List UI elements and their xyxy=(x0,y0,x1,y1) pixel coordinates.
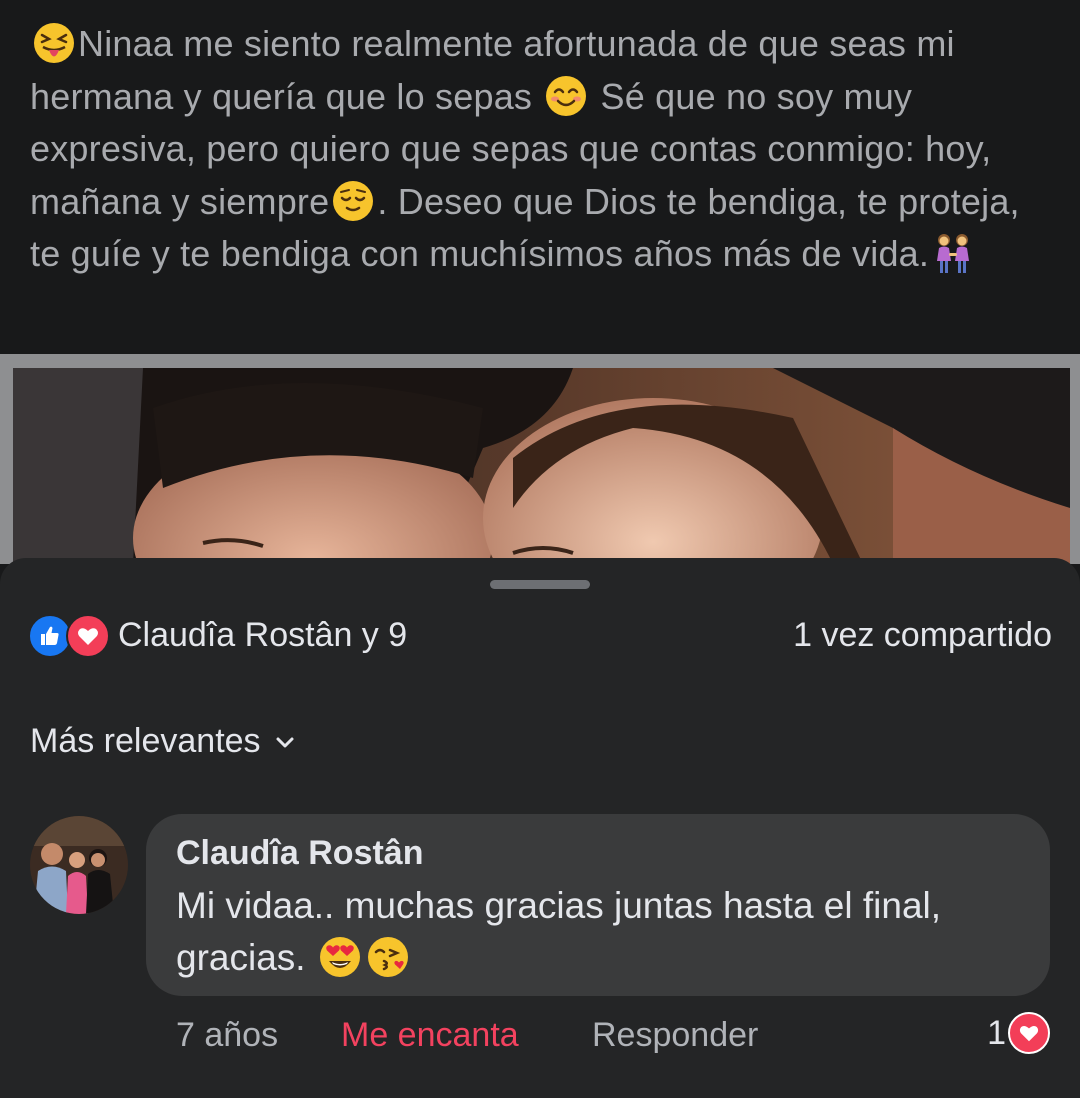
face-blowing-kiss-emoji xyxy=(367,937,408,977)
shares-count[interactable]: 1 vez compartido xyxy=(793,614,1052,656)
relieved-face-emoji xyxy=(333,180,374,221)
reaction-count-value: 1 xyxy=(987,1014,1006,1052)
avatar[interactable] xyxy=(30,816,128,914)
comment-bubble[interactable]: Claudîa Rostân Mi vidaa.. muchas gracias… xyxy=(146,814,1050,996)
heart-eyes-face-emoji xyxy=(319,937,360,977)
love-icon xyxy=(66,614,110,658)
photo-image xyxy=(13,368,1070,564)
post-text: Ninaa me siento realmente afortunada de … xyxy=(30,18,1060,281)
smiling-face-emoji xyxy=(546,75,587,116)
two-women-holding-hands-emoji xyxy=(937,234,970,273)
comment-actions: 7 años Me encanta Responder xyxy=(0,1014,1080,1058)
comments-sheet: Claudîa Rostân y 9 1 vez compartido Más … xyxy=(0,558,1080,1098)
post-photo[interactable] xyxy=(13,368,1070,564)
comment-reaction-count[interactable]: 1 xyxy=(987,1010,1050,1056)
squinting-tongue-face-emoji xyxy=(34,23,74,63)
reaction-icons xyxy=(28,614,110,658)
comment-time[interactable]: 7 años xyxy=(176,1014,278,1056)
comment-body: Mi vidaa.. muchas gracias juntas hasta e… xyxy=(176,885,942,978)
drag-handle[interactable] xyxy=(490,580,590,589)
reply-button[interactable]: Responder xyxy=(592,1014,758,1056)
love-icon xyxy=(1008,1012,1050,1054)
sort-label: Más relevantes xyxy=(30,722,261,760)
reactors-summary[interactable]: Claudîa Rostân y 9 xyxy=(118,614,407,656)
avatar-image xyxy=(30,816,128,914)
chevron-down-icon xyxy=(276,737,294,748)
reactions-row[interactable]: Claudîa Rostân y 9 1 vez compartido xyxy=(28,612,1052,658)
comment-text: Mi vidaa.. muchas gracias juntas hasta e… xyxy=(176,880,1036,984)
love-reaction-button[interactable]: Me encanta xyxy=(341,1014,519,1056)
sort-dropdown[interactable]: Más relevantes xyxy=(30,718,295,764)
comment-author[interactable]: Claudîa Rostân xyxy=(176,832,423,874)
